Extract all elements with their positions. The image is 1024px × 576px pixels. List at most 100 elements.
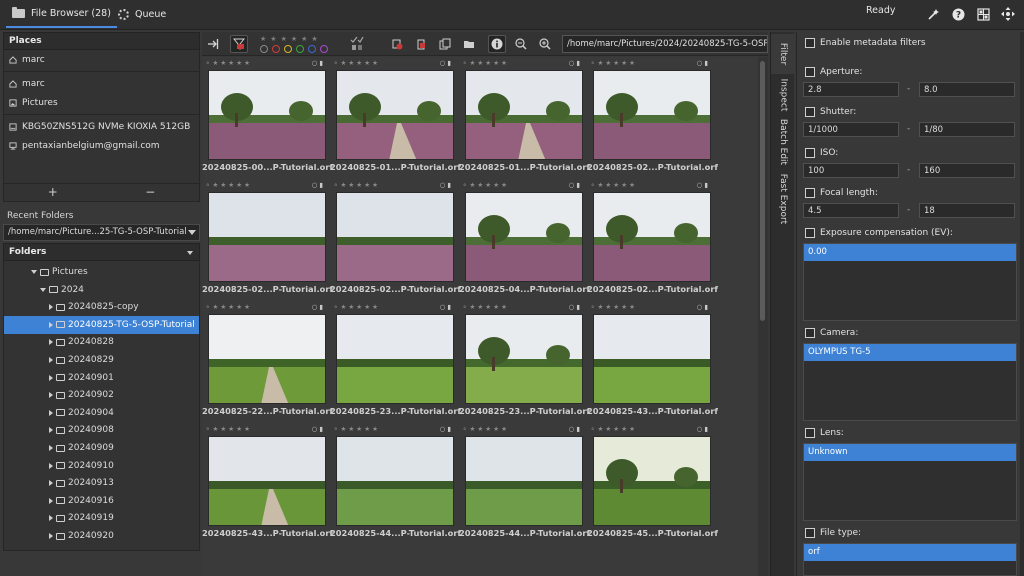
exposure-list[interactable]: 0.00 bbox=[803, 243, 1017, 321]
tree-item[interactable]: 2024 bbox=[4, 281, 199, 299]
rating-stars[interactable]: ⚬ ★ ★ ★ ★ ★ bbox=[333, 303, 378, 313]
aperture-max-field[interactable]: 8.0 bbox=[919, 82, 1015, 97]
place-pictures[interactable]: Pictures bbox=[4, 93, 199, 112]
tree-item[interactable]: 20240908 bbox=[4, 421, 199, 439]
zoom-out-icon[interactable] bbox=[512, 35, 530, 53]
chevron-right-icon[interactable] bbox=[49, 462, 53, 469]
rating-stars[interactable]: ⚬ ★ ★ ★ ★ ★ bbox=[590, 425, 635, 435]
rating-stars[interactable]: ⚬ ★ ★ ★ ★ ★ bbox=[333, 181, 378, 191]
thumbnail-cell[interactable]: ⚬ ★ ★ ★ ★ ★ ○ ▮ 20240825-01...P-Tutorial.o… bbox=[330, 57, 461, 175]
color-label-blue[interactable] bbox=[308, 45, 316, 53]
star-icon[interactable]: ★ bbox=[291, 35, 297, 43]
tree-item[interactable]: 20240910 bbox=[4, 457, 199, 475]
thumbnail-image[interactable] bbox=[465, 314, 583, 404]
chevron-right-icon[interactable] bbox=[49, 357, 53, 363]
shutter-min-field[interactable]: 1/1000 bbox=[803, 122, 899, 137]
thumbnail-image[interactable] bbox=[465, 70, 583, 160]
star-icon[interactable]: ★ bbox=[301, 35, 307, 43]
rating-stars[interactable]: ⚬ ★ ★ ★ ★ ★ bbox=[333, 425, 378, 435]
copy-icon[interactable] bbox=[436, 35, 454, 53]
add-place-button[interactable]: + bbox=[4, 184, 102, 201]
chevron-right-icon[interactable] bbox=[49, 445, 53, 451]
thumbnail-actions-icon[interactable]: ○ ▮ bbox=[569, 181, 580, 191]
thumbnail-cell[interactable]: ⚬ ★ ★ ★ ★ ★ ○ ▮ 20240825-44...P-Tutorial.o… bbox=[459, 423, 590, 541]
file-type-filter[interactable]: File type: bbox=[805, 528, 861, 538]
thumbnail-image[interactable] bbox=[208, 314, 326, 404]
info-button[interactable] bbox=[488, 35, 506, 53]
tree-item[interactable]: 20240909 bbox=[4, 439, 199, 457]
color-label-green[interactable] bbox=[296, 45, 304, 53]
thumbnail-actions-icon[interactable]: ○ ▮ bbox=[569, 59, 580, 69]
color-label-purple[interactable] bbox=[320, 45, 328, 53]
file-type-checkbox[interactable] bbox=[805, 528, 815, 538]
color-label-red[interactable] bbox=[272, 45, 280, 53]
focal-min-field[interactable]: 4.5 bbox=[803, 203, 899, 218]
thumbnail-actions-icon[interactable]: ○ ▮ bbox=[440, 303, 451, 313]
thumbnail-cell[interactable]: ⚬ ★ ★ ★ ★ ★ ○ ▮ 20240825-02...P-Tutorial.o… bbox=[587, 57, 718, 175]
rating-stars[interactable]: ⚬ ★ ★ ★ ★ ★ bbox=[333, 59, 378, 69]
thumbnail-actions-icon[interactable]: ○ ▮ bbox=[440, 425, 451, 435]
tab-queue[interactable]: Queue bbox=[112, 0, 172, 28]
chevron-right-icon[interactable] bbox=[49, 480, 53, 487]
tree-item[interactable]: 20240904 bbox=[4, 404, 199, 422]
camera-filter[interactable]: Camera: bbox=[805, 328, 858, 338]
tab-batch-edit[interactable]: Batch Edit bbox=[771, 116, 795, 168]
chevron-right-icon[interactable] bbox=[49, 409, 53, 416]
focal-max-field[interactable]: 18 bbox=[919, 203, 1015, 218]
aperture-filter[interactable]: Aperture: bbox=[805, 67, 862, 77]
tree-item[interactable]: 20240829 bbox=[4, 351, 199, 369]
filter-scrollbar[interactable] bbox=[1020, 32, 1024, 576]
thumbnail-image[interactable] bbox=[593, 436, 711, 526]
thumbnail-image[interactable] bbox=[208, 436, 326, 526]
chevron-right-icon[interactable] bbox=[49, 497, 53, 504]
lens-list[interactable]: Unknown bbox=[803, 443, 1017, 521]
thumbnail-cell[interactable]: ⚬ ★ ★ ★ ★ ★ ○ ▮ 20240825-43...P-Tutorial.o… bbox=[202, 423, 333, 541]
star-icon[interactable]: ★ bbox=[260, 35, 266, 43]
iso-filter[interactable]: ISO: bbox=[805, 148, 838, 158]
trash-filter-icon[interactable] bbox=[388, 35, 406, 53]
grid-scrollbar-thumb[interactable] bbox=[760, 61, 765, 321]
chevron-right-icon[interactable] bbox=[49, 427, 53, 434]
focal-length-filter[interactable]: Focal length: bbox=[805, 188, 878, 198]
thumbnail-cell[interactable]: ⚬ ★ ★ ★ ★ ★ ○ ▮ 20240825-43...P-Tutorial.o… bbox=[587, 301, 718, 419]
shutter-filter[interactable]: Shutter: bbox=[805, 107, 856, 117]
grid-scrollbar[interactable] bbox=[758, 57, 768, 576]
grid-icon[interactable] bbox=[976, 7, 990, 21]
thumbnail-image[interactable] bbox=[336, 436, 454, 526]
rating-stars[interactable]: ⚬ ★ ★ ★ ★ ★ bbox=[205, 303, 250, 313]
enable-metadata-filters[interactable]: Enable metadata filters bbox=[805, 38, 926, 48]
rating-stars[interactable]: ⚬ ★ ★ ★ ★ ★ bbox=[462, 425, 507, 435]
tree-item[interactable]: 20240825-TG-5-OSP-Tutorial bbox=[4, 315, 199, 334]
thumbnail-cell[interactable]: ⚬ ★ ★ ★ ★ ★ ○ ▮ 20240825-04...P-Tutorial.o… bbox=[459, 179, 590, 297]
chevron-right-icon[interactable] bbox=[49, 339, 53, 346]
list-item[interactable]: 0.00 bbox=[804, 244, 1016, 261]
tree-item[interactable]: 20240825-copy bbox=[4, 298, 199, 316]
list-item[interactable]: Unknown bbox=[804, 444, 1016, 461]
recent-folders-combo[interactable]: /home/marc/Picture...25-TG-5-OSP-Tutoria… bbox=[3, 224, 200, 241]
chevron-right-icon[interactable] bbox=[49, 392, 53, 399]
thumbnail-cell[interactable]: ⚬ ★ ★ ★ ★ ★ ○ ▮ 20240825-02...P-Tutorial.o… bbox=[202, 179, 333, 297]
move-icon[interactable] bbox=[1001, 7, 1015, 21]
chevron-right-icon[interactable] bbox=[49, 321, 53, 328]
thumbnail-actions-icon[interactable]: ○ ▮ bbox=[697, 59, 708, 69]
exposure-filter[interactable]: Exposure compensation (EV): bbox=[805, 228, 953, 238]
iso-checkbox[interactable] bbox=[805, 148, 815, 158]
rating-stars[interactable]: ⚬ ★ ★ ★ ★ ★ bbox=[205, 425, 250, 435]
aperture-checkbox[interactable] bbox=[805, 67, 815, 77]
zoom-in-icon[interactable] bbox=[536, 35, 554, 53]
star-icon[interactable]: ★ bbox=[311, 35, 317, 43]
thumbnail-image[interactable] bbox=[208, 192, 326, 282]
exposure-checkbox[interactable] bbox=[805, 228, 815, 238]
color-label-none[interactable] bbox=[260, 45, 268, 53]
lens-filter[interactable]: Lens: bbox=[805, 428, 844, 438]
lens-checkbox[interactable] bbox=[805, 428, 815, 438]
tree-item[interactable]: 20240919 bbox=[4, 509, 199, 527]
tree-item[interactable]: 20240913 bbox=[4, 474, 199, 492]
folders-header[interactable]: Folders bbox=[3, 243, 200, 261]
help-icon[interactable]: ? bbox=[951, 7, 965, 21]
thumbnail-actions-icon[interactable]: ○ ▮ bbox=[697, 425, 708, 435]
thumbnail-actions-icon[interactable]: ○ ▮ bbox=[569, 303, 580, 313]
filter-button[interactable] bbox=[230, 35, 248, 53]
camera-list[interactable]: OLYMPUS TG-5 bbox=[803, 343, 1017, 421]
rating-filter-stars[interactable]: ★ ★ ★ ★ ★ ★ bbox=[260, 35, 318, 43]
